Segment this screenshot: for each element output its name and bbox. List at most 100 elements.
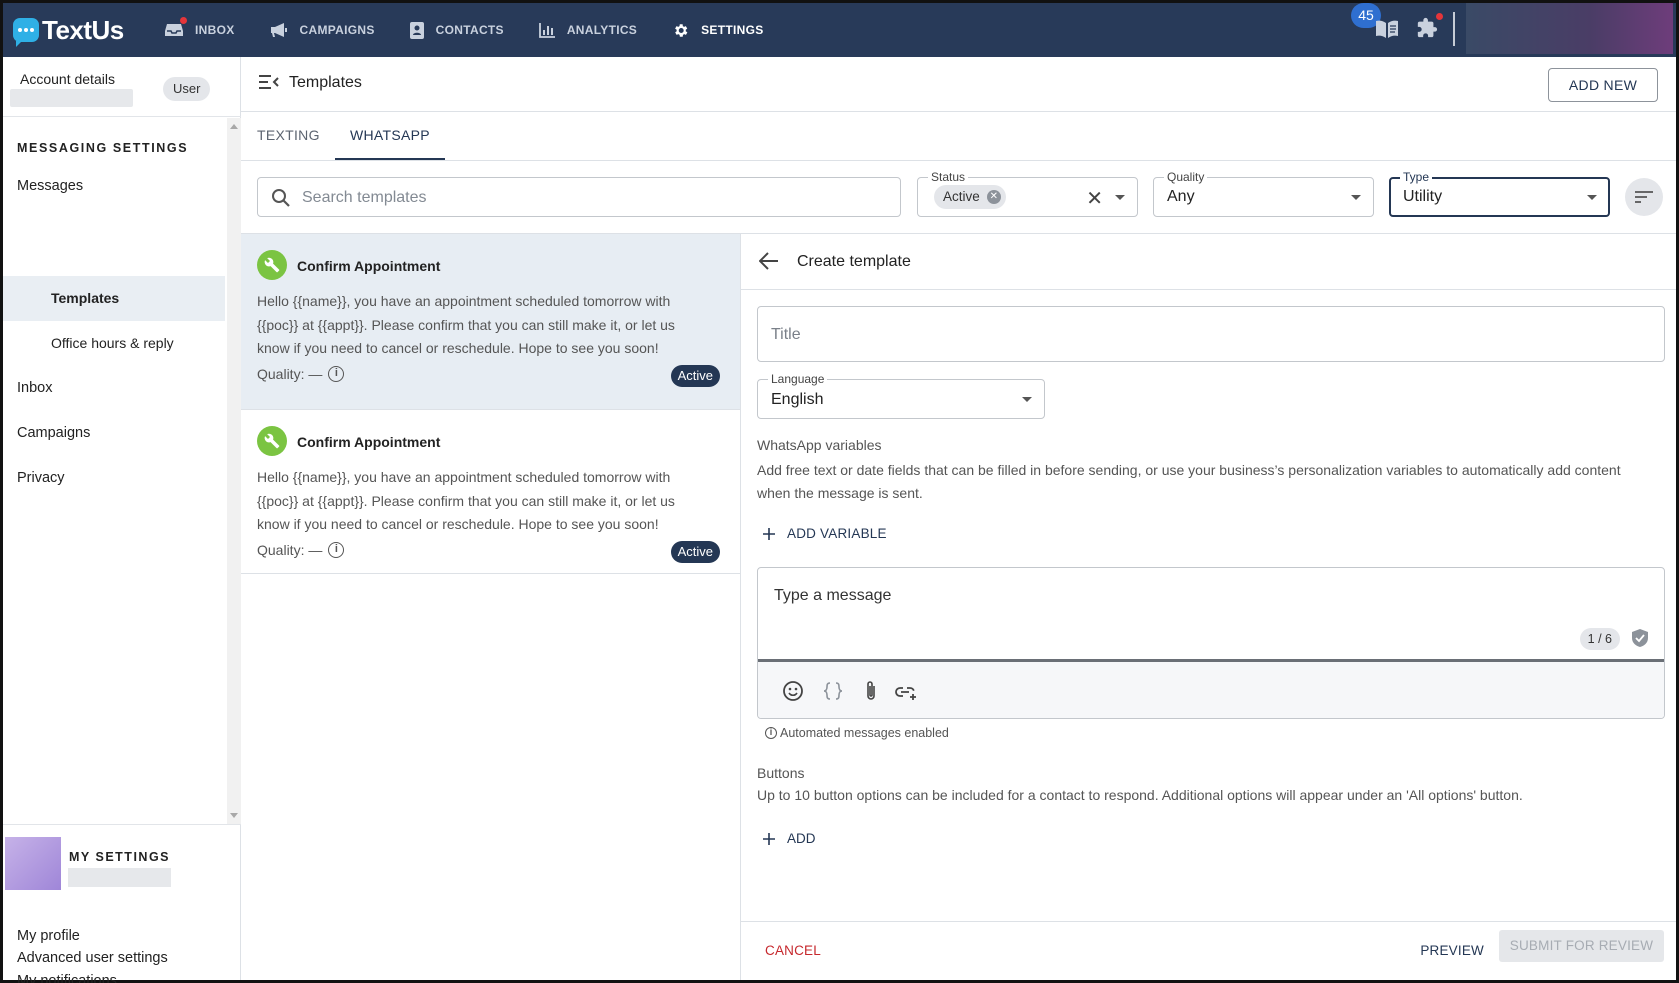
tab-texting[interactable]: TEXTING [257,127,320,143]
collapse-menu-icon[interactable] [259,74,279,90]
inbox-icon [165,24,183,36]
status-chip[interactable]: Active ✕ [934,185,1006,209]
sidebar-scroll-area: MESSAGING SETTINGS Messages Templates Of… [3,118,241,824]
type-filter[interactable]: Type Utility [1389,170,1610,217]
info-icon: i [765,727,777,739]
submit-for-review-button[interactable]: SUBMIT FOR REVIEW [1499,930,1664,962]
sidebar-item-templates[interactable]: Templates [51,290,119,306]
nav-settings[interactable]: SETTINGS [672,3,763,57]
status-chip-label: Active [943,189,980,204]
cancel-button[interactable]: CANCEL [765,943,821,958]
chevron-down-icon[interactable] [1022,397,1032,402]
create-template-header: Create template [741,234,1676,290]
nav-analytics-label: ANALYTICS [566,23,638,37]
chevron-down-icon[interactable] [1351,195,1361,200]
list-item[interactable]: Confirm Appointment Hello {{name}}, you … [241,234,740,410]
composer-toolbar [758,662,1664,718]
nav-contacts[interactable]: CONTACTS [409,3,504,57]
my-settings-heading: MY SETTINGS [69,850,171,864]
nav-campaigns[interactable]: CAMPAIGNS [270,3,375,57]
wrench-icon [257,250,287,280]
page-header: Templates ADD NEW [241,57,1676,112]
chevron-down-icon[interactable] [1115,195,1125,200]
preview-button[interactable]: PREVIEW [1420,943,1484,958]
clear-icon[interactable]: ✕ [1086,186,1103,211]
quality-filter-label: Quality [1164,170,1208,184]
search-input[interactable]: Search templates [257,177,901,217]
add-variable-button[interactable]: ADD VARIABLE [763,526,887,541]
account-profile-area[interactable] [1466,3,1673,54]
sidebar-item-inbox[interactable]: Inbox [17,380,52,396]
settings-sidebar: Account details User MESSAGING SETTINGS … [3,57,241,983]
status-badge: Active [670,365,720,387]
variable-braces-icon[interactable] [822,680,844,702]
nav-analytics[interactable]: ANALYTICS [538,3,638,57]
title-field[interactable]: Title [757,306,1665,362]
filter-bar: Search templates Status Active ✕ ✕ Quali… [241,161,1676,234]
add-button-label: ADD [787,831,816,846]
quality-filter[interactable]: Quality Any [1153,170,1374,217]
chip-remove-icon[interactable]: ✕ [986,190,1001,204]
language-select[interactable]: Language English [757,372,1045,419]
template-quality-label: Quality: — [257,366,323,382]
whatsapp-variables-heading: WhatsApp variables [757,437,882,453]
language-value: English [771,391,824,408]
sidebar-item-advanced-user-settings[interactable]: Advanced user settings [17,950,168,966]
nav-inbox[interactable]: INBOX [165,3,235,57]
sort-icon [1635,191,1653,203]
logo-text: TextUs [42,14,124,45]
add-link-icon[interactable] [894,680,918,702]
sidebar-item-messages[interactable]: Messages [17,178,83,194]
book-icon[interactable] [1375,19,1399,39]
sidebar-item-my-profile[interactable]: My profile [17,928,80,944]
status-filter-label: Status [928,170,969,184]
sidebar-item-my-notifications[interactable]: My notifications [17,973,117,983]
shield-check-icon [1632,629,1648,647]
whatsapp-variables-description: Add free text or date fields that can be… [757,462,1621,501]
puzzle-alert-dot [1436,13,1443,20]
nav-settings-label: SETTINGS [701,23,764,37]
info-icon[interactable]: i [328,542,345,558]
back-arrow-icon[interactable] [759,252,779,270]
create-template-panel: Create template Title Language English W… [741,234,1676,980]
create-template-footer: CANCEL PREVIEW SUBMIT FOR REVIEW [741,921,1676,980]
template-title: Confirm Appointment [297,434,441,450]
create-template-title: Create template [797,253,911,270]
contacts-icon [409,21,424,39]
status-badge: Active [670,541,720,563]
status-filter[interactable]: Status Active ✕ ✕ [917,170,1138,217]
plus-icon [763,832,775,845]
account-details[interactable]: Account details User [3,57,241,117]
type-filter-value: Utility [1403,188,1443,205]
sidebar-item-office-hours[interactable]: Office hours & reply [51,335,174,351]
textus-logo[interactable]: TextUs [13,14,165,47]
gear-icon [675,23,688,37]
sort-button[interactable] [1625,178,1663,216]
add-variable-label: ADD VARIABLE [787,526,887,541]
list-item[interactable]: Confirm Appointment Hello {{name}}, you … [241,410,740,574]
channel-tabs: TEXTING WHATSAPP [241,112,1676,161]
add-button-option[interactable]: ADD [763,831,816,846]
account-details-label: Account details [20,71,115,87]
add-new-button[interactable]: ADD NEW [1548,68,1658,102]
automated-messages-label: Automated messages enabled [780,726,949,740]
tab-whatsapp[interactable]: WHATSAPP [350,127,430,143]
info-icon[interactable]: i [328,366,345,382]
sidebar-scrollbar[interactable] [227,118,241,824]
chevron-down-icon[interactable] [1587,195,1597,200]
type-filter-label: Type [1400,170,1433,184]
user-role-chip: User [163,77,211,101]
nav-campaigns-label: CAMPAIGNS [299,23,375,37]
attachment-icon[interactable] [862,680,880,702]
message-composer[interactable]: Type a message 1 / 6 [757,567,1665,719]
puzzle-icon[interactable] [1416,17,1438,39]
plus-icon [763,527,775,540]
messaging-settings-heading: MESSAGING SETTINGS [17,141,189,155]
account-name-redacted [10,89,133,107]
sidebar-item-privacy[interactable]: Privacy [17,470,65,486]
avatar[interactable] [5,837,61,890]
automated-messages-note: i Automated messages enabled [765,726,949,740]
sidebar-item-campaigns[interactable]: Campaigns [17,425,90,441]
segment-counter: 1 / 6 [1579,628,1620,650]
emoji-icon[interactable] [782,680,804,702]
